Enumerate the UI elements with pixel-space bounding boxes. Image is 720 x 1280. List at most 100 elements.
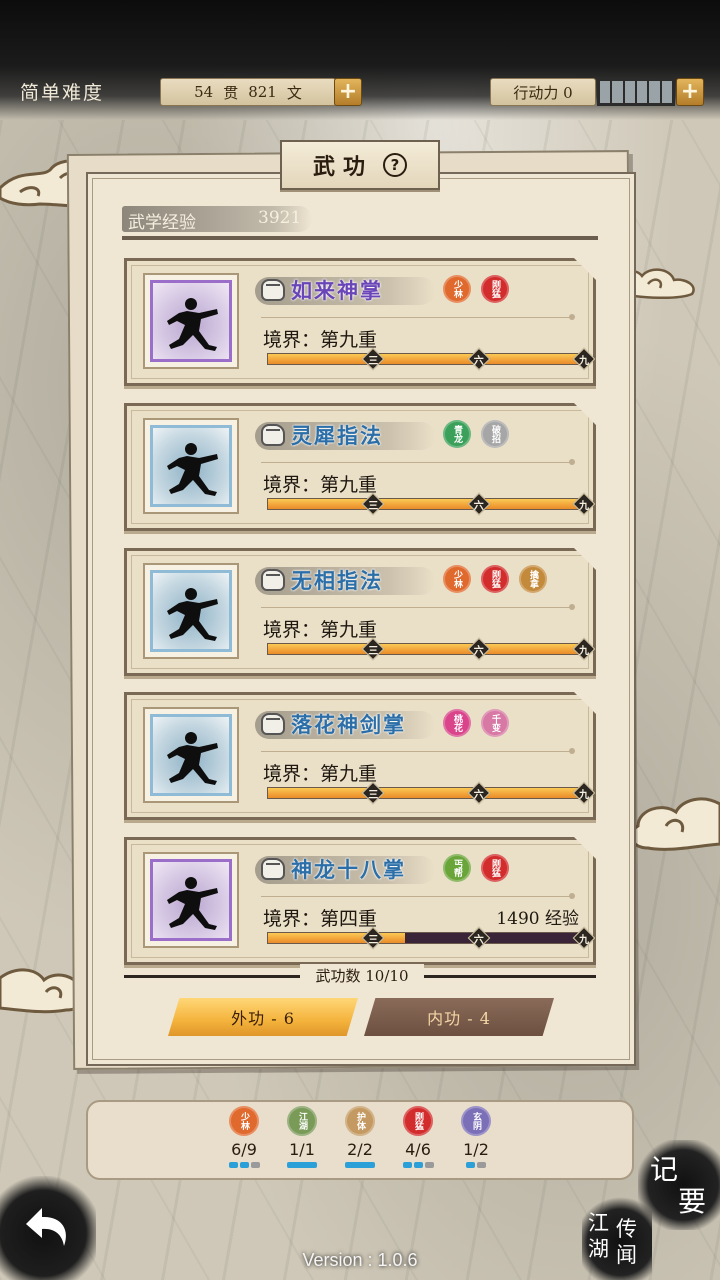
skill-card[interactable]: 无相指法 少林 刚猛 擒拿境界：第九重三 六 九 — [124, 548, 596, 676]
skill-realm: 境界：第九重 — [263, 474, 378, 496]
sect-badge: 刚猛 — [403, 1106, 433, 1136]
sect-pip — [413, 1162, 423, 1168]
sect-badge: 玄阴 — [461, 1106, 491, 1136]
realm-marker-label: 三 — [368, 646, 379, 657]
money-wen: 821 — [248, 83, 277, 101]
skill-name: 神龙十八掌 — [291, 857, 406, 882]
skill-card[interactable]: 灵犀指法 青龙 破招境界：第九重三 六 九 — [124, 403, 596, 531]
skill-card[interactable]: 神龙十八掌 丐帮 刚猛 境界：第四重 1490 经验三 六 九 — [124, 837, 596, 965]
exp-label: 武学经验 — [128, 213, 196, 233]
card-divider — [261, 314, 575, 320]
money-display: 54 贯 821 文 — [160, 78, 336, 106]
back-arrow-icon — [26, 1208, 66, 1246]
panel-title: 武功 — [312, 154, 373, 180]
realm-marker-label: 六 — [473, 501, 484, 512]
realm-marker-label: 三 — [368, 501, 379, 512]
sect-pip — [424, 1162, 434, 1168]
sect-pip — [345, 1162, 375, 1168]
sect-pips — [402, 1162, 434, 1168]
money-wen-unit: 文 — [286, 83, 302, 102]
add-action-points-button[interactable]: + — [676, 78, 704, 106]
skill-tag-badge: 青龙 — [443, 420, 471, 448]
realm-progress-bar: 三六九 — [267, 926, 596, 950]
skill-portrait — [143, 563, 239, 659]
fist-icon — [261, 279, 285, 301]
realm-marker-label: 六 — [473, 935, 484, 946]
realm-marker-label: 九 — [579, 790, 589, 801]
kungfu-figure-icon — [167, 877, 218, 930]
sect-pips — [228, 1162, 260, 1168]
skill-count-label: 武功数 10/10 — [300, 964, 424, 988]
add-money-button[interactable]: + — [334, 78, 362, 106]
sect-pips — [345, 1162, 375, 1168]
realm-marker-label: 六 — [473, 646, 484, 657]
kungfu-figure-icon — [167, 443, 218, 496]
difficulty-label: 简单难度 — [20, 82, 105, 104]
money-guan: 54 — [194, 83, 214, 101]
cloud-ornament-right-lower — [629, 797, 720, 851]
realm-marker-label: 六 — [473, 790, 484, 801]
skill-portrait — [143, 418, 239, 514]
skill-tag-badge: 少林 — [443, 275, 471, 303]
skill-tag-badge: 破招 — [481, 420, 509, 448]
sect-pip — [250, 1162, 260, 1168]
action-point-slot — [649, 81, 660, 103]
sect-stat[interactable]: 护体 2/2 — [340, 1106, 380, 1168]
sect-pip — [477, 1162, 486, 1168]
action-points-label: 行动力 0 — [490, 78, 596, 106]
skill-tags: 少林 刚猛 擒拿 — [443, 565, 547, 593]
action-point-slot — [600, 81, 611, 103]
sect-stat[interactable]: 刚猛 4/6 — [398, 1106, 438, 1168]
realm-progress-fill — [268, 788, 584, 798]
realm-progress-bar: 三六九 — [267, 781, 596, 805]
card-divider — [261, 459, 575, 465]
sect-count: 2/2 — [347, 1140, 373, 1159]
sect-stat[interactable]: 玄阴 1/2 — [456, 1106, 496, 1168]
sect-stat[interactable]: 江湖 1/1 — [282, 1106, 322, 1168]
realm-marker-label: 九 — [579, 501, 589, 512]
exp-value: 3921 — [258, 208, 302, 228]
kungfu-figure-icon — [167, 298, 218, 351]
help-icon[interactable]: ? — [383, 153, 407, 177]
skill-exp: 1490 经验 — [496, 909, 579, 929]
fist-icon — [261, 858, 285, 880]
tab-outer-skills[interactable]: 外功 - 6 — [168, 998, 358, 1036]
realm-marker-label: 九 — [579, 356, 589, 367]
skill-name: 无相指法 — [291, 568, 383, 593]
sect-badge: 江湖 — [287, 1106, 317, 1136]
realm-progress-bar: 三六九 — [267, 637, 596, 661]
action-points-slots — [597, 78, 675, 106]
sect-count: 6/9 — [231, 1140, 257, 1159]
skill-card[interactable]: 落花神剑掌 桃花 千变 境界：第九重三 六 九 — [124, 692, 596, 820]
sect-stat[interactable]: 少林 6/9 — [224, 1106, 264, 1168]
realm-marker-label: 三 — [368, 935, 379, 946]
realm-marker-label: 九 — [579, 646, 589, 657]
skill-tags: 青龙 破招 — [443, 420, 509, 448]
sect-pip — [228, 1162, 238, 1168]
sect-count: 1/1 — [289, 1140, 315, 1159]
skill-realm: 境界：第九重 — [263, 619, 378, 641]
realm-marker-label: 三 — [368, 356, 379, 367]
realm-progress-fill — [268, 354, 584, 364]
sect-pips — [287, 1162, 317, 1168]
realm-progress-bar: 三六九 — [267, 347, 596, 371]
action-point-slot — [661, 81, 672, 103]
sect-pip — [402, 1162, 412, 1168]
skill-realm: 境界：第九重 — [263, 763, 378, 785]
skill-tag-badge: 丐帮 — [443, 854, 471, 882]
skill-card[interactable]: 如来神掌 少林 刚猛 境界：第九重三 六 九 — [124, 258, 596, 386]
panel-title-plate: 武功 ? — [280, 140, 440, 190]
realm-progress-fill — [268, 933, 406, 943]
version-label: Version : 1.0.6 — [302, 1250, 418, 1270]
tab-inner-skills[interactable]: 内功 - 4 — [364, 998, 554, 1036]
skill-tags: 桃花 千变 — [443, 709, 509, 737]
skill-name: 灵犀指法 — [291, 423, 383, 448]
fist-icon — [261, 713, 285, 735]
card-divider — [261, 893, 575, 899]
kungfu-figure-icon — [167, 588, 218, 641]
skill-tag-badge: 桃花 — [443, 709, 471, 737]
skill-tag-badge: 刚猛 — [481, 854, 509, 882]
realm-marker-label: 九 — [579, 935, 589, 946]
action-point-slot — [624, 81, 635, 103]
skill-name: 落花神剑掌 — [291, 712, 406, 737]
